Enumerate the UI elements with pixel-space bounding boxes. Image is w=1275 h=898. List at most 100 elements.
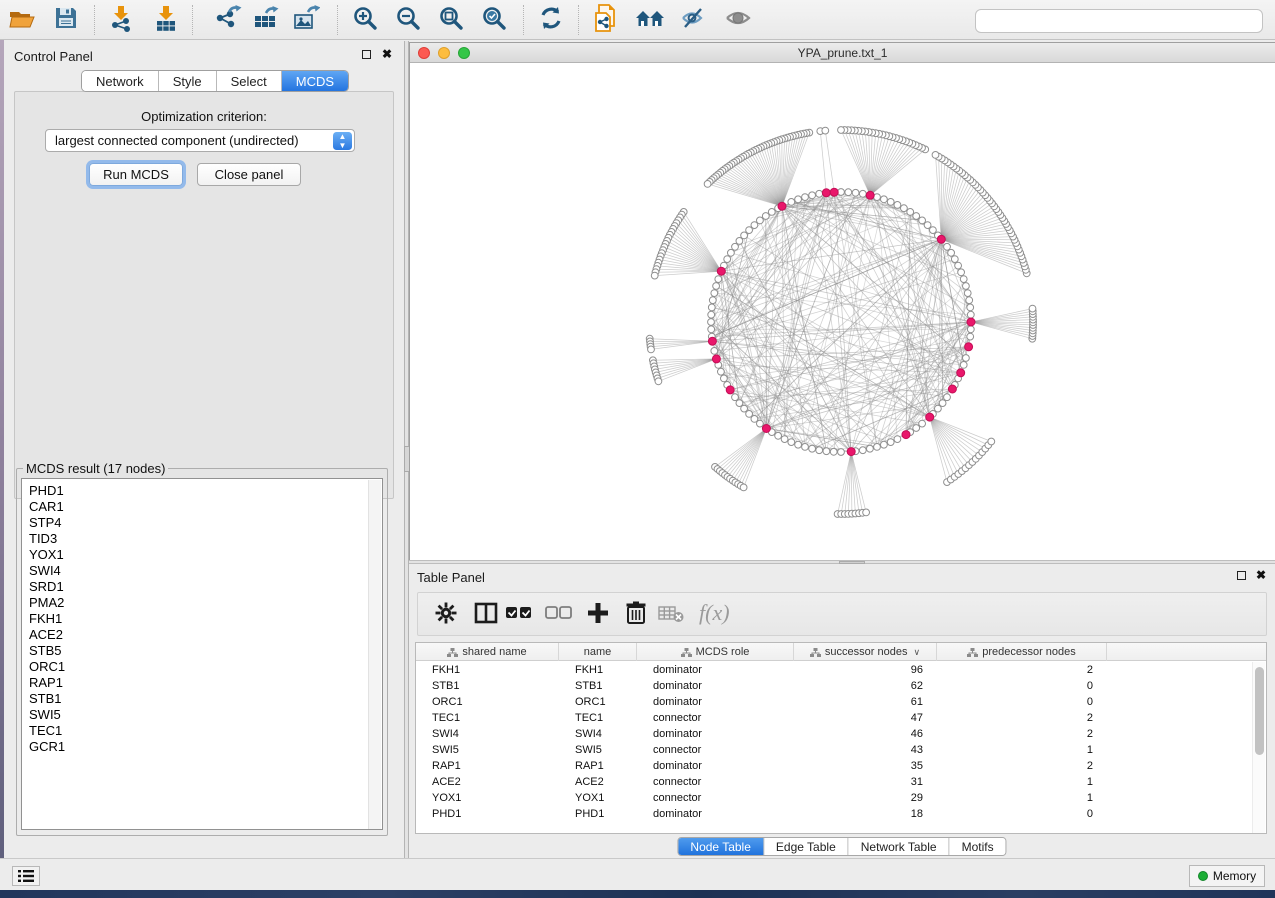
table-cell[interactable]: SWI5 (432, 744, 459, 756)
table-cell[interactable]: dominator (653, 808, 702, 820)
deselect-all-button[interactable] (544, 601, 574, 629)
float-window-icon[interactable] (362, 50, 371, 59)
mcds-result-item[interactable]: PHD1 (29, 483, 65, 499)
table-cell[interactable]: 2 (937, 728, 1093, 740)
table-cell[interactable]: 35 (794, 760, 923, 772)
table-cell[interactable]: STB1 (575, 680, 603, 692)
mcds-list-scrollbar[interactable] (368, 480, 381, 830)
table-cell[interactable]: 47 (794, 712, 923, 724)
tab-node-table[interactable]: Node Table (678, 838, 764, 855)
table-panel-float-icon[interactable] (1237, 571, 1246, 580)
zoom-out-button[interactable] (391, 4, 425, 36)
table-panel-close-icon[interactable]: ✖ (1256, 568, 1266, 582)
table-row[interactable]: TEC1 TEC1 connector 47 2 (416, 710, 1266, 726)
table-cell[interactable]: FKH1 (575, 664, 603, 676)
table-cell[interactable]: TEC1 (432, 712, 460, 724)
table-cell[interactable]: dominator (653, 728, 702, 740)
first-neighbors-button[interactable] (633, 4, 667, 36)
zoom-fit-button[interactable] (434, 4, 468, 36)
mcds-result-item[interactable]: STB1 (29, 691, 65, 707)
delete-columns-button[interactable] (621, 601, 651, 629)
table-cell[interactable]: connector (653, 744, 701, 756)
table-cell[interactable]: 46 (794, 728, 923, 740)
table-cell[interactable]: ACE2 (575, 776, 604, 788)
table-cell[interactable]: 0 (937, 808, 1093, 820)
show-all-button[interactable] (721, 4, 755, 36)
delete-table-button[interactable] (656, 601, 686, 629)
table-row[interactable]: ACE2 ACE2 connector 31 1 (416, 774, 1266, 790)
table-row[interactable]: RAP1RAP1dominator352 (416, 758, 1266, 774)
tab-select[interactable]: Select (217, 71, 282, 91)
search-input[interactable] (975, 9, 1263, 33)
mcds-result-item[interactable]: FKH1 (29, 611, 65, 627)
function-builder-button[interactable]: f(x) (701, 601, 731, 629)
open-file-button[interactable] (5, 4, 39, 36)
tab-network-table[interactable]: Network Table (849, 838, 950, 855)
tab-network[interactable]: Network (82, 71, 159, 91)
table-cell[interactable]: TEC1 (575, 712, 603, 724)
table-cell[interactable]: 1 (937, 792, 1093, 804)
select-all-button[interactable] (504, 601, 534, 629)
column-header-successor-nodes[interactable]: successor nodes∨ (794, 643, 937, 661)
table-row[interactable]: STB1STB1dominator620 (416, 678, 1266, 694)
table-cell[interactable]: YOX1 (575, 792, 604, 804)
table-cell[interactable]: 31 (794, 776, 923, 788)
column-header-predecessor-nodes[interactable]: predecessor nodes (937, 643, 1107, 661)
table-row[interactable]: FKH1FKH1dominator962 (416, 662, 1266, 678)
tab-mcds[interactable]: MCDS (282, 71, 348, 91)
zoom-selected-button[interactable] (477, 4, 511, 36)
mcds-result-item[interactable]: PMA2 (29, 595, 65, 611)
zoom-in-button[interactable] (348, 4, 382, 36)
export-network-button[interactable] (211, 4, 245, 36)
table-cell[interactable]: 2 (937, 760, 1093, 772)
table-row[interactable]: ORC1ORC1dominator610 (416, 694, 1266, 710)
table-cell[interactable]: connector (653, 712, 701, 724)
network-canvas[interactable] (410, 63, 1275, 560)
table-cell[interactable]: 1 (937, 744, 1093, 756)
optimization-criterion-dropdown[interactable]: largest connected component (undirected)… (45, 129, 355, 152)
table-cell[interactable]: 96 (794, 664, 923, 676)
close-panel-button[interactable]: Close panel (197, 163, 301, 186)
table-cell[interactable]: dominator (653, 664, 702, 676)
table-cell[interactable]: SWI4 (432, 728, 459, 740)
table-cell[interactable]: PHD1 (432, 808, 461, 820)
table-row[interactable]: SWI5 SWI5 connector 43 1 (416, 742, 1266, 758)
mcds-result-item[interactable]: CAR1 (29, 499, 65, 515)
table-cell[interactable]: 2 (937, 712, 1093, 724)
table-scrollbar-thumb[interactable] (1255, 667, 1264, 755)
mcds-result-item[interactable]: RAP1 (29, 675, 65, 691)
mcds-result-item[interactable]: SWI4 (29, 563, 65, 579)
memory-button[interactable]: Memory (1189, 865, 1265, 887)
new-column-button[interactable] (583, 601, 613, 629)
table-cell[interactable]: dominator (653, 760, 702, 772)
table-cell[interactable]: 29 (794, 792, 923, 804)
table-row[interactable]: SWI4SWI4dominator462 (416, 726, 1266, 742)
mcds-result-item[interactable]: ACE2 (29, 627, 65, 643)
table-settings-button[interactable] (431, 601, 461, 629)
table-cell[interactable]: connector (653, 792, 701, 804)
import-network-button[interactable] (104, 4, 138, 36)
table-cell[interactable]: ACE2 (432, 776, 461, 788)
close-window-icon[interactable]: ✖ (382, 47, 392, 61)
table-cell[interactable]: 0 (937, 680, 1093, 692)
table-cell[interactable]: 1 (937, 776, 1093, 788)
mcds-result-item[interactable]: SWI5 (29, 707, 65, 723)
export-table-button[interactable] (249, 4, 283, 36)
table-cell[interactable]: YOX1 (432, 792, 461, 804)
network-window-titlebar[interactable]: YPA_prune.txt_1 (410, 43, 1275, 63)
new-network-from-selection-button[interactable] (589, 4, 623, 36)
column-header-name[interactable]: name (559, 643, 637, 661)
mcds-result-item[interactable]: GCR1 (29, 739, 65, 755)
show-columns-button[interactable] (471, 601, 501, 629)
table-cell[interactable]: 43 (794, 744, 923, 756)
table-row[interactable]: YOX1 YOX1 connector 29 1 (416, 790, 1266, 806)
mcds-result-list[interactable]: PHD1CAR1STP4TID3YOX1SWI4SRD1PMA2FKH1ACE2… (21, 478, 383, 830)
save-session-button[interactable] (49, 4, 83, 36)
table-scrollbar[interactable] (1252, 662, 1265, 833)
table-cell[interactable]: FKH1 (432, 664, 460, 676)
mcds-result-item[interactable]: ORC1 (29, 659, 65, 675)
table-cell[interactable]: connector (653, 776, 701, 788)
mcds-result-item[interactable]: SRD1 (29, 579, 65, 595)
table-cell[interactable]: SWI5 (575, 744, 602, 756)
tab-style[interactable]: Style (159, 71, 217, 91)
